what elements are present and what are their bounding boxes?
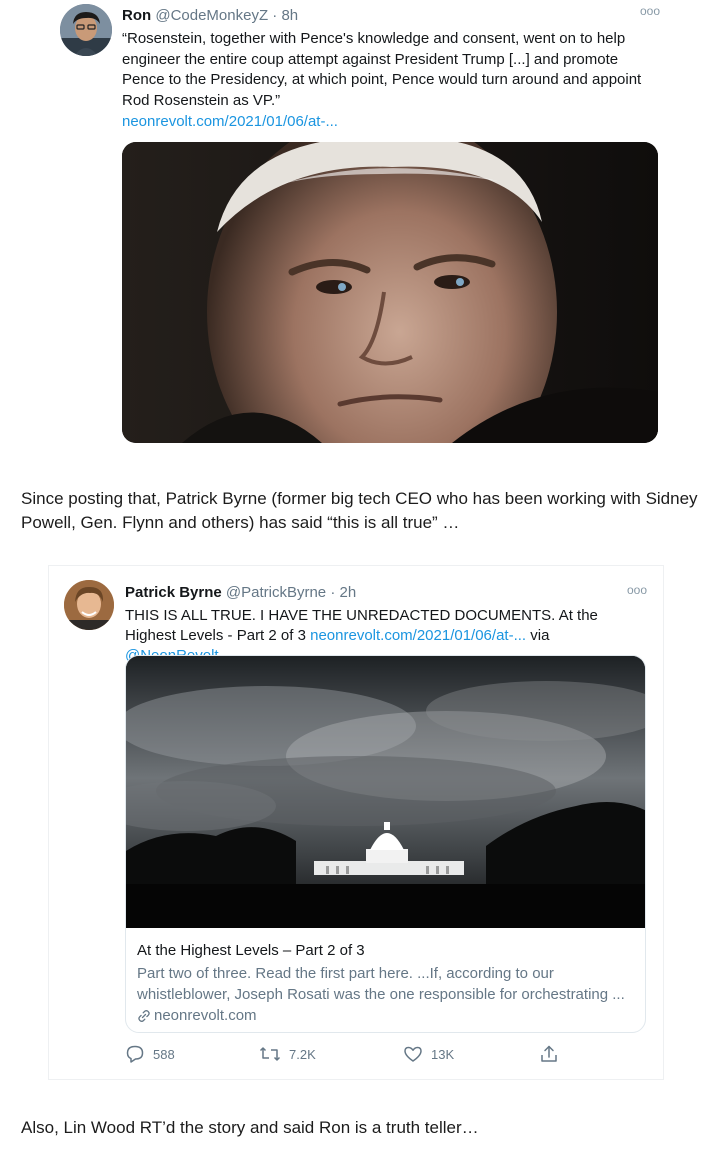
card-domain-text: neonrevolt.com	[154, 1007, 257, 1024]
tweet-time[interactable]: 2h	[340, 584, 357, 601]
separator-dot: ·	[272, 7, 278, 24]
retweet-icon	[259, 1047, 281, 1061]
tweet-header: Ron @CodeMonkeyZ · 8h	[122, 6, 298, 25]
tweet-text: “Rosenstein, together with Pence's knowl…	[122, 30, 642, 109]
page: Ron @CodeMonkeyZ · 8h ooo “Rosenstein, t…	[0, 0, 725, 1155]
reply-button[interactable]: 588	[125, 1044, 175, 1064]
paragraph-lin-wood: Also, Lin Wood RT’d the story and said R…	[21, 1118, 479, 1137]
share-icon	[541, 1045, 557, 1062]
share-button[interactable]	[539, 1044, 559, 1064]
like-count: 13K	[431, 1046, 455, 1062]
link-preview-card[interactable]: At the Highest Levels – Part 2 of 3 Part…	[125, 655, 646, 1033]
avatar-ron[interactable]	[60, 4, 112, 56]
more-options-icon[interactable]: ooo	[640, 4, 660, 18]
separator-dot: ·	[330, 584, 336, 601]
retweet-button[interactable]: 7.2K	[259, 1044, 316, 1064]
like-button[interactable]: 13K	[403, 1044, 454, 1064]
via-label: via	[530, 627, 550, 644]
tweet-image[interactable]	[122, 142, 658, 443]
link-icon	[138, 1009, 150, 1022]
retweet-count: 7.2K	[289, 1046, 316, 1062]
more-options-icon[interactable]: ooo	[627, 583, 647, 597]
author-handle[interactable]: @PatrickByrne	[226, 584, 326, 601]
reply-count: 588	[153, 1046, 175, 1062]
tweet-link[interactable]: neonrevolt.com/2021/01/06/at-...	[122, 112, 338, 131]
card-title[interactable]: At the Highest Levels – Part 2 of 3	[137, 941, 365, 961]
author-name[interactable]: Ron	[122, 7, 151, 24]
tweet-header: Patrick Byrne @PatrickByrne · 2h	[125, 583, 356, 602]
tweet-ron: Ron @CodeMonkeyZ · 8h ooo “Rosenstein, t…	[0, 0, 725, 458]
author-name[interactable]: Patrick Byrne	[125, 584, 222, 601]
tweet-link[interactable]: neonrevolt.com/2021/01/06/at-...	[310, 627, 526, 644]
tweet-actions-bar: 588 7.2K 13K	[125, 1044, 565, 1066]
card-domain[interactable]: neonrevolt.com	[137, 1006, 257, 1025]
heart-icon	[404, 1046, 422, 1062]
avatar-patrick-byrne[interactable]	[64, 580, 114, 630]
tweet-time[interactable]: 8h	[281, 7, 298, 24]
reply-icon	[126, 1045, 144, 1063]
paragraph-byrne-intro: Since posting that, Patrick Byrne (forme…	[21, 489, 698, 532]
author-handle[interactable]: @CodeMonkeyZ	[155, 7, 268, 24]
card-image	[126, 656, 645, 928]
card-description: Part two of three. Read the first part h…	[137, 965, 625, 1003]
